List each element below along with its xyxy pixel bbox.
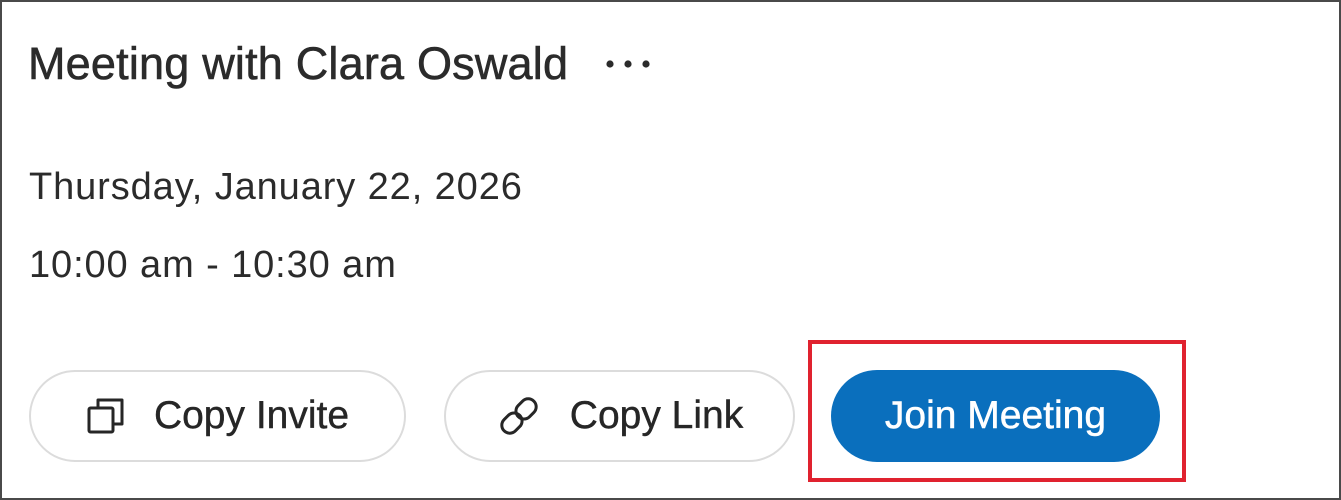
join-meeting-button[interactable]: Join Meeting [831, 370, 1160, 462]
meeting-time: 10:00 am - 10:30 am [29, 244, 397, 286]
more-options-button[interactable] [602, 44, 654, 84]
copy-invite-label: Copy Invite [153, 394, 350, 437]
meeting-title: Meeting with Clara Oswald [28, 38, 569, 90]
copy-invite-button[interactable]: Copy Invite [29, 370, 406, 462]
meeting-date: Thursday, January 22, 2026 [29, 166, 523, 208]
copy-icon [86, 396, 126, 436]
link-icon [496, 396, 542, 436]
meeting-card: Meeting with Clara Oswald Thursday, Janu… [0, 0, 1341, 500]
join-meeting-label: Join Meeting [884, 394, 1107, 438]
copy-link-button[interactable]: Copy Link [444, 370, 795, 462]
more-horizontal-icon [606, 60, 650, 68]
copy-link-label: Copy Link [569, 394, 744, 437]
meeting-header: Meeting with Clara Oswald [28, 38, 654, 90]
